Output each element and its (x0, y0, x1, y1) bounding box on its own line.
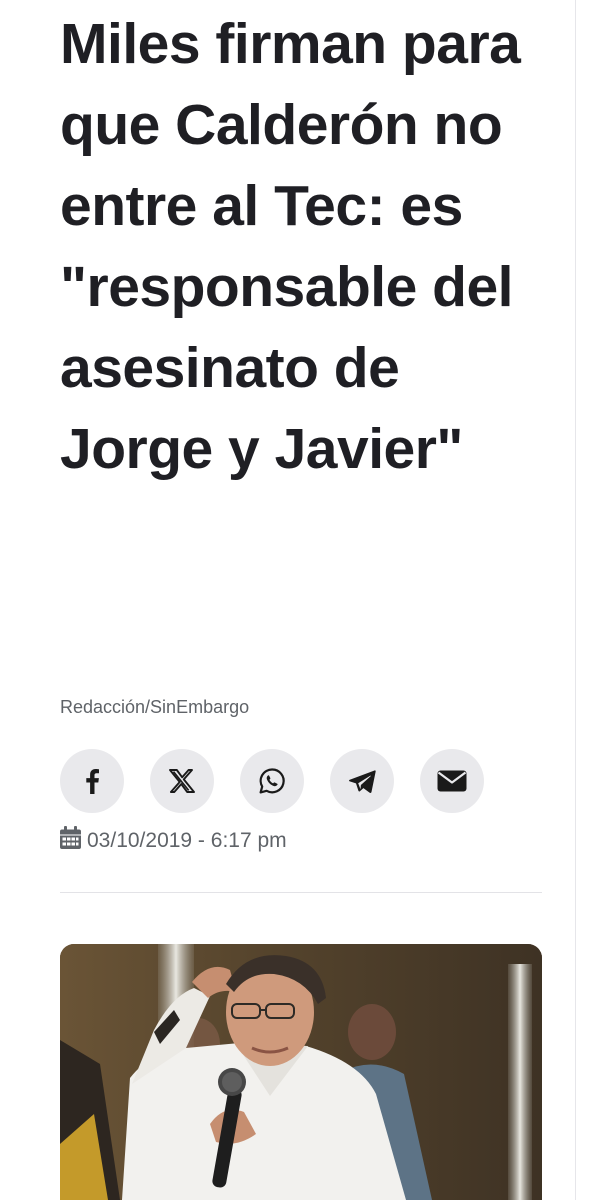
facebook-icon (81, 768, 103, 794)
publish-date-text: 03/10/2019 - 6:17 pm (87, 828, 287, 852)
article-headline: Miles firman para que Calderón no entre … (60, 12, 521, 481)
divider (60, 892, 542, 893)
page-edge-border (575, 0, 576, 1200)
share-x-button[interactable] (150, 749, 214, 813)
article-photo[interactable] (60, 944, 542, 1200)
share-facebook-button[interactable] (60, 749, 124, 813)
share-telegram-button[interactable] (330, 749, 394, 813)
publish-date: 03/10/2019 - 6:17 pm (60, 826, 287, 855)
envelope-icon (437, 770, 467, 792)
calendar-icon (60, 826, 81, 855)
share-whatsapp-button[interactable] (240, 749, 304, 813)
article-byline[interactable]: Redacción/SinEmbargo (60, 697, 249, 718)
telegram-icon (348, 769, 376, 793)
whatsapp-icon (258, 767, 286, 795)
share-buttons (60, 749, 484, 813)
share-email-button[interactable] (420, 749, 484, 813)
x-icon (169, 769, 195, 793)
